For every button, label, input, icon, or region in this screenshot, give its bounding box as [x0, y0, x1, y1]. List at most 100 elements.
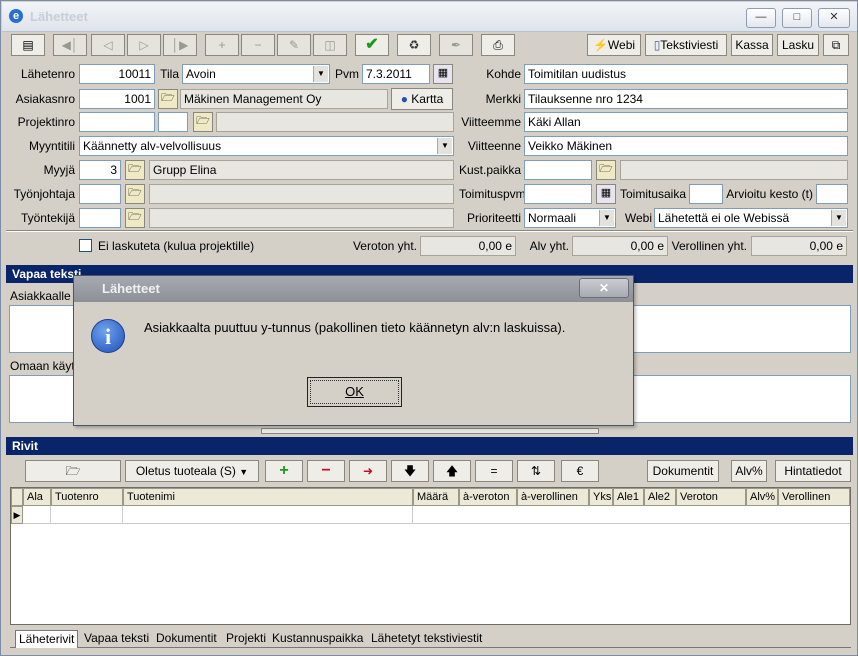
column-ala[interactable]: Ala — [23, 488, 51, 506]
kustpaikka-label: Kust.paikka — [459, 163, 522, 177]
equals-button[interactable]: = — [475, 460, 513, 482]
column-alv-pct[interactable]: Alv% — [746, 488, 778, 506]
dialog-close-button[interactable]: ✕ — [579, 278, 629, 298]
folder-icon[interactable]: 🗁 — [125, 184, 145, 204]
kustpaikka-name-field — [620, 160, 848, 180]
splitter-handle[interactable] — [261, 428, 599, 434]
kassa-button[interactable]: Kassa — [731, 34, 773, 56]
column-veroton[interactable]: Veroton — [676, 488, 746, 506]
prioriteetti-select[interactable]: Normaali ▼ — [524, 208, 616, 228]
save-checkmark-icon[interactable]: ✔ — [355, 34, 389, 56]
maximize-button[interactable]: □ — [782, 8, 812, 28]
projektinro-field[interactable] — [79, 112, 155, 132]
lasku-button[interactable]: Lasku — [777, 34, 819, 56]
calendar-icon[interactable]: ▦ — [596, 184, 616, 204]
tyontekija-name-field — [149, 208, 454, 228]
folder-icon[interactable]: 🗁 — [596, 160, 616, 180]
viitteemme-field[interactable]: Käki Allan — [524, 112, 848, 132]
currency-button[interactable]: € — [561, 460, 599, 482]
first-record-icon[interactable]: ◀│ — [53, 34, 87, 56]
webi-button[interactable]: ⚡Webi — [587, 34, 641, 56]
webi-select[interactable]: Lähetettä ei ole Webissä ▼ — [654, 208, 848, 228]
toimitusaika-label: Toimitusaika — [620, 187, 687, 201]
next-record-icon[interactable]: ▷ — [127, 34, 161, 56]
delete-trash-icon[interactable]: ♻ — [397, 34, 431, 56]
tab-laheterivit[interactable]: Läheterivit — [15, 630, 79, 648]
add-row-button[interactable]: + — [265, 460, 303, 482]
table-row[interactable] — [23, 506, 850, 524]
column-verollinen[interactable]: Verollinen — [778, 488, 850, 506]
close-button[interactable]: ✕ — [818, 8, 850, 28]
toimitusaika-field[interactable] — [689, 184, 723, 204]
dokumentit-button[interactable]: Dokumentit — [647, 460, 719, 482]
ei-laskuteta-checkbox[interactable] — [79, 239, 92, 252]
dialog-ok-button[interactable]: OK — [307, 377, 402, 407]
tekstiviesti-button[interactable]: ▯Tekstiviesti — [645, 34, 727, 56]
tab-kustannuspaikka[interactable]: Kustannuspaikka — [269, 630, 367, 648]
column-tuotenro[interactable]: Tuotenro — [51, 488, 123, 506]
column-a-verollinen[interactable]: à-verollinen — [517, 488, 589, 506]
move-down-button[interactable]: 🡇 — [391, 460, 429, 482]
viitteenne-field[interactable]: Veikko Mäkinen — [524, 136, 848, 156]
tyontekija-field[interactable] — [79, 208, 121, 228]
oletus-tuoteala-dropdown[interactable]: Oletus tuoteala (S) ▼ — [125, 460, 259, 482]
tab-projekti[interactable]: Projekti — [223, 630, 270, 648]
alv-pct-button[interactable]: Alv% — [731, 460, 767, 482]
myyja-label: Myyjä — [43, 163, 75, 177]
kustpaikka-field[interactable] — [524, 160, 592, 180]
window-icon[interactable]: ⧉ — [823, 34, 849, 56]
last-record-icon[interactable]: │▶ — [163, 34, 197, 56]
column-a-veroton[interactable]: à-veroton — [459, 488, 517, 506]
prev-record-icon[interactable]: ◁ — [91, 34, 125, 56]
folder-icon[interactable]: 🗁 — [125, 208, 145, 228]
hintatiedot-button[interactable]: Hintatiedot — [775, 460, 851, 482]
tila-select[interactable]: Avoin ▼ — [182, 64, 330, 84]
pvm-field[interactable]: 7.3.2011 — [362, 64, 430, 84]
chevron-down-icon[interactable]: ▼ — [437, 138, 452, 154]
sort-button[interactable]: ⇅ — [517, 460, 555, 482]
remove-row-button[interactable]: − — [307, 460, 345, 482]
move-row-button[interactable]: ➜ — [349, 460, 387, 482]
minimize-button[interactable]: — — [746, 8, 776, 28]
folder-icon[interactable]: 🗁 — [125, 160, 145, 180]
myyntitili-select[interactable]: Käännetty alv-velvollisuus ▼ — [79, 136, 454, 156]
merkki-field[interactable]: Tilauksenne nro 1234 — [524, 89, 848, 109]
kohde-field[interactable]: Toimitilan uudistus — [524, 64, 848, 84]
arvioitu-kesto-field[interactable] — [816, 184, 848, 204]
tab-vapaa-teksti[interactable]: Vapaa teksti — [81, 630, 153, 648]
chevron-down-icon[interactable]: ▼ — [599, 210, 614, 226]
pvm-label: Pvm — [335, 67, 359, 81]
tyonjohtaja-field[interactable] — [79, 184, 121, 204]
column-tuotenimi[interactable]: Tuotenimi — [123, 488, 413, 506]
column-ale2[interactable]: Ale2 — [644, 488, 676, 506]
attach-icon[interactable]: ✒ — [439, 34, 473, 56]
kartta-button[interactable]: ● Kartta — [391, 88, 453, 110]
column-maara[interactable]: Määrä — [413, 488, 459, 506]
column-yks[interactable]: Yks — [589, 488, 613, 506]
move-up-button[interactable]: 🡅 — [433, 460, 471, 482]
tab-dokumentit[interactable]: Dokumentit — [153, 630, 220, 648]
edit-icon[interactable]: ✎ — [277, 34, 311, 56]
column-ale1[interactable]: Ale1 — [613, 488, 644, 506]
folder-icon[interactable]: 🗁 — [158, 89, 178, 109]
projekti-sub-field[interactable] — [158, 112, 188, 132]
verollinen-total: 0,00 e — [751, 236, 847, 256]
alv-total: 0,00 e — [572, 236, 668, 256]
add-icon[interactable]: + — [205, 34, 239, 56]
tab-lahetetyt-tekstiviestit[interactable]: Lähetetyt tekstiviestit — [368, 630, 486, 648]
asiakkaalle-label: Asiakkaalle — [10, 289, 71, 303]
chevron-down-icon[interactable]: ▼ — [313, 66, 328, 82]
toimituspvm-field[interactable] — [524, 184, 592, 204]
lahetenro-field[interactable]: 10011 — [79, 64, 155, 84]
list-view-icon[interactable]: ▤ — [11, 34, 45, 56]
copy-icon[interactable]: ◫ — [313, 34, 347, 56]
webi-label: Webi — [624, 211, 652, 225]
myyja-field[interactable]: 3 — [79, 160, 121, 180]
remove-icon[interactable]: − — [241, 34, 275, 56]
open-folder-button[interactable]: 🗁 — [25, 460, 121, 482]
chevron-down-icon[interactable]: ▼ — [831, 210, 846, 226]
print-icon[interactable]: ⎙ — [481, 34, 515, 56]
folder-icon[interactable]: 🗁 — [193, 112, 213, 132]
calendar-icon[interactable]: ▦ — [433, 64, 453, 84]
asiakasnro-field[interactable]: 1001 — [79, 89, 155, 109]
